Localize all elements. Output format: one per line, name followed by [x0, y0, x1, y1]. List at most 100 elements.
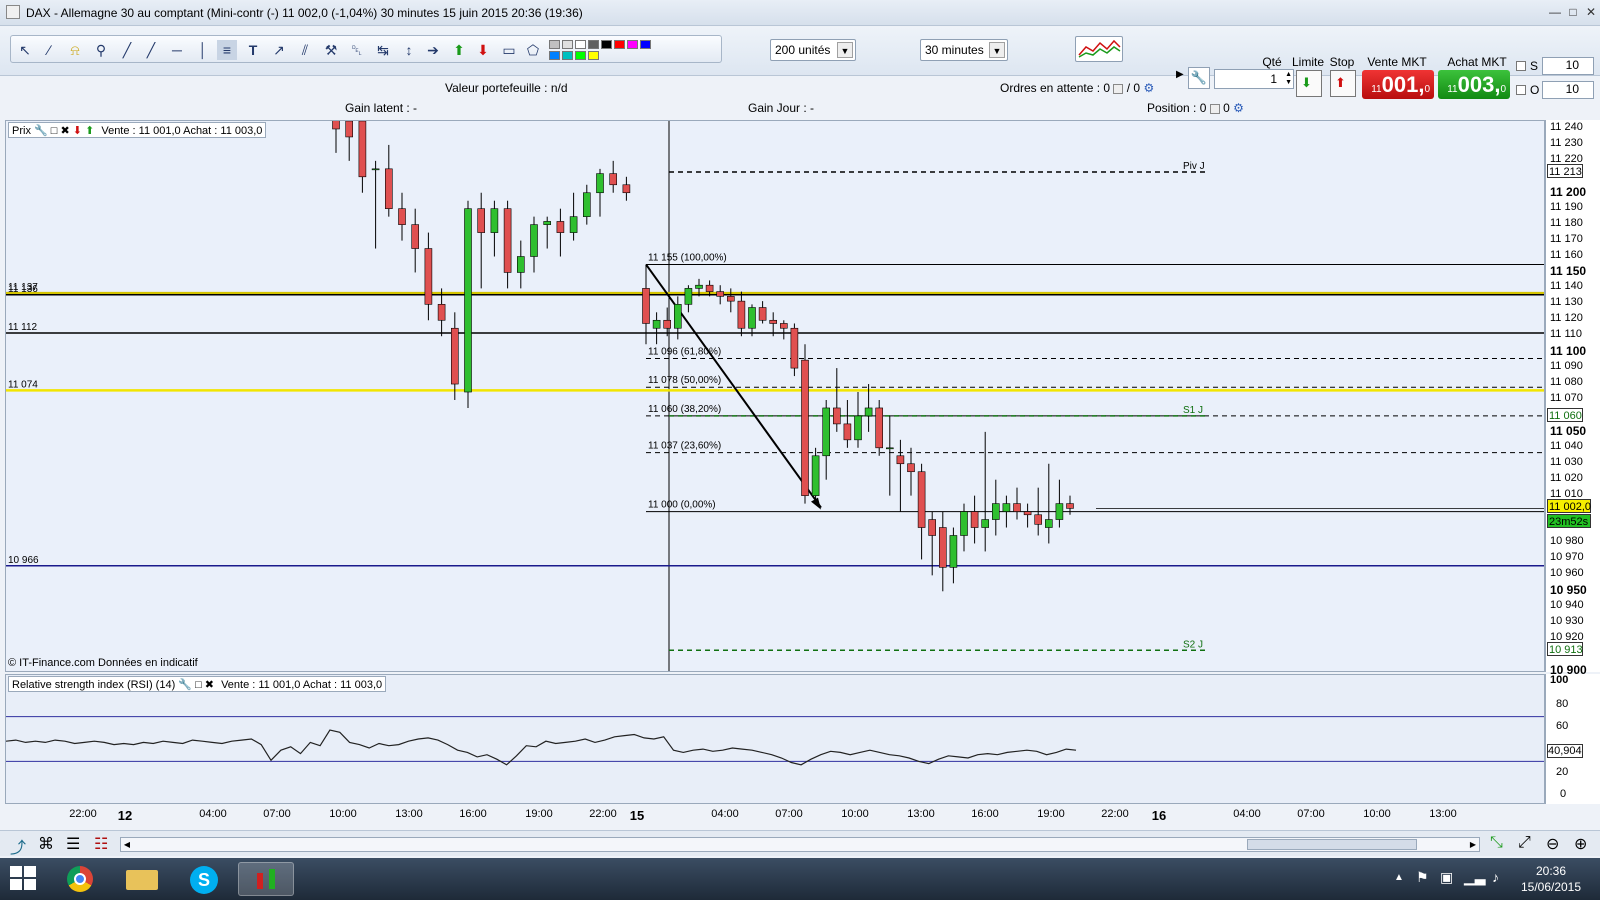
zoom-in-icon[interactable]: ⊕ [1574, 834, 1587, 854]
candle-body [332, 121, 340, 130]
trash-icon[interactable]: ␡ [347, 40, 367, 60]
windows-start-icon[interactable] [10, 866, 38, 892]
gear-icon[interactable]: ⚙ [1233, 101, 1244, 115]
down-box-icon[interactable]: ⬇ [73, 125, 82, 137]
pointer-icon[interactable]: ↖ [15, 40, 35, 60]
s-input[interactable]: 10 [1542, 57, 1594, 75]
color-swatch[interactable] [640, 40, 651, 49]
qty-input[interactable]: 1 ▲ ▼ [1214, 69, 1294, 89]
chart-icon[interactable]: ⤴ [10, 834, 26, 858]
candle-body [917, 471, 926, 528]
up-box-icon[interactable]: ⬆ [85, 125, 94, 137]
time-tick: 10:00 [841, 808, 869, 820]
spinner-icon[interactable]: ▲ ▼ [1285, 71, 1292, 87]
o-checkbox[interactable] [1516, 85, 1526, 95]
ruler-icon[interactable]: ∕ [39, 40, 59, 60]
maximize-button[interactable]: □ [1564, 4, 1582, 20]
o-input[interactable]: 10 [1542, 81, 1594, 99]
scroll-left-icon[interactable]: ◀ [121, 838, 133, 851]
horizontal-line-icon[interactable]: ─ [167, 40, 187, 60]
vertical-line-icon[interactable]: │ [193, 40, 213, 60]
color-swatch[interactable] [562, 51, 573, 60]
stop-order-button[interactable]: ⬆ [1330, 70, 1356, 97]
trendline-icon[interactable]: ╱ [117, 40, 137, 60]
fibonacci-icon[interactable]: ≡ [217, 40, 237, 60]
limit-order-button[interactable]: ⬇ [1296, 70, 1322, 97]
ray-icon[interactable]: ╱ [141, 40, 161, 60]
auto-scale-icon[interactable]: ⤡ [1490, 834, 1503, 852]
indicator-icon[interactable]: ⌘ [38, 834, 54, 854]
bell-icon[interactable]: ⍾ [65, 40, 85, 60]
s-checkbox[interactable] [1516, 61, 1526, 71]
gear-icon[interactable]: ⚙ [1143, 81, 1154, 95]
monitor-icon[interactable]: ▣ [1440, 869, 1453, 886]
timeframe-select[interactable]: 30 minutes ▼ [920, 39, 1008, 61]
wrench-icon[interactable]: 🔧 [1188, 67, 1210, 89]
vertical-measure-icon[interactable]: ↕ [399, 40, 419, 60]
list-icon[interactable]: ☰ [66, 834, 80, 854]
price-tick: 10 950 [1550, 583, 1587, 598]
color-swatch[interactable] [627, 40, 638, 49]
window-icon[interactable]: □ [195, 679, 202, 691]
chart-type-button[interactable] [1075, 36, 1123, 62]
system-clock[interactable]: 20:36 15/06/2015 [1508, 863, 1594, 895]
color-swatch[interactable] [562, 40, 573, 49]
file-explorer-icon[interactable] [114, 862, 170, 896]
chrome-icon[interactable] [52, 862, 108, 896]
price-chart[interactable]: 11 137 11 136 11 112 11 074 10 966 11 155 (10… [5, 120, 1545, 672]
units-select[interactable]: 200 unités ▼ [770, 39, 856, 61]
color-swatch[interactable] [601, 40, 612, 49]
sell-market-button[interactable]: 11001,0 [1362, 70, 1434, 99]
color-swatch[interactable] [588, 40, 599, 49]
color-swatch[interactable] [549, 51, 560, 60]
channel-icon[interactable]: ⫽ [295, 40, 315, 60]
zoom-out-icon[interactable]: ⊖ [1546, 834, 1559, 854]
flag-icon[interactable]: ⚑ [1416, 869, 1429, 886]
buy-market-button[interactable]: 11003,0 [1438, 70, 1510, 99]
tools-icon[interactable]: ⚒ [321, 40, 341, 60]
candle-body [885, 447, 894, 450]
close-small-icon[interactable] [1113, 83, 1124, 94]
color-swatch[interactable] [549, 40, 560, 49]
polygon-icon[interactable]: ⬠ [523, 40, 543, 60]
fit-icon[interactable]: ⤢ [1518, 834, 1531, 852]
wrench-icon[interactable]: 🔧 [34, 125, 48, 137]
scroll-right-icon[interactable]: ▶ [1467, 838, 1479, 851]
text-icon[interactable]: T [243, 40, 263, 60]
color-swatch[interactable] [575, 40, 586, 49]
close-small-icon[interactable] [1209, 103, 1220, 114]
color-swatch[interactable] [614, 40, 625, 49]
rectangle-icon[interactable]: ▭ [499, 40, 519, 60]
color-swatch[interactable] [575, 51, 586, 60]
price-tick: 10 940 [1550, 599, 1584, 612]
zoom-icon[interactable]: ⚲ [91, 40, 111, 60]
close-button[interactable]: ✕ [1582, 4, 1600, 20]
time-tick: 16:00 [459, 808, 487, 820]
window-icon[interactable]: □ [51, 125, 58, 137]
scrollbar-thumb[interactable] [1247, 839, 1417, 850]
arrow-line-icon[interactable]: ↗ [269, 40, 289, 60]
measure-icon[interactable]: ↹ [373, 40, 393, 60]
minimize-button[interactable]: — [1546, 4, 1564, 20]
trading-app-icon[interactable] [238, 862, 294, 896]
volume-icon[interactable]: ♪ [1492, 869, 1499, 885]
tray-expand-icon[interactable]: ▲ [1394, 872, 1404, 883]
price-tick: 10 980 [1550, 535, 1584, 548]
network-icon[interactable]: ▁▃ [1464, 869, 1486, 886]
down-arrow-icon[interactable]: ⬇ [473, 40, 493, 60]
wrench-icon[interactable]: 🔧 [178, 679, 192, 691]
candle-body [1045, 519, 1053, 528]
close-icon[interactable]: ✖ [61, 125, 70, 137]
candles-icon[interactable]: ☷ [94, 834, 108, 854]
rsi-panel-title: Relative strength index (RSI) (14) [12, 679, 176, 691]
arrow-right-icon[interactable]: ➔ [423, 40, 443, 60]
price-tick: 11 230 [1550, 136, 1583, 149]
color-palette[interactable] [547, 38, 717, 62]
color-swatch[interactable] [588, 51, 599, 60]
up-arrow-icon[interactable]: ⬆ [449, 40, 469, 60]
horizontal-scrollbar[interactable]: ◀ ▶ [120, 837, 1480, 852]
candle-body [543, 221, 552, 225]
close-icon[interactable]: ✖ [205, 679, 214, 691]
skype-icon[interactable]: S [176, 862, 232, 896]
rsi-chart[interactable]: Relative strength index (RSI) (14) 🔧 □ ✖… [5, 674, 1545, 804]
